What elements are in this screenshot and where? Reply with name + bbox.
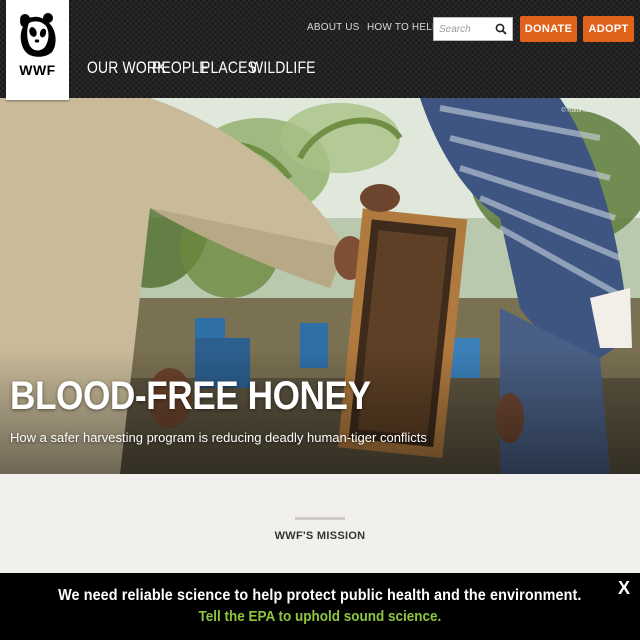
photo-credit: © Ratul Saha / WWF-India: [561, 108, 632, 114]
banner-link-text[interactable]: Tell the EPA to uphold sound science.: [199, 608, 442, 625]
banner-message: We need reliable science to help protect…: [0, 587, 640, 605]
mission-divider: [295, 517, 345, 520]
nav-places[interactable]: PLACES: [201, 58, 257, 78]
about-us-link[interactable]: ABOUT US: [307, 22, 360, 33]
how-to-help-link[interactable]: HOW TO HELP: [367, 22, 439, 33]
nav-wildlife[interactable]: WILDLIFE: [250, 58, 316, 78]
hero-subtitle[interactable]: How a safer harvesting program is reduci…: [10, 430, 427, 445]
hero-banner[interactable]: © Ratul Saha / WWF-India BLOOD-FREE HONE…: [0, 98, 640, 474]
wwf-logo[interactable]: WWF: [6, 0, 69, 100]
banner-message-text: We need reliable science to help protect…: [58, 587, 582, 604]
hero-title[interactable]: BLOOD-FREE HONEY: [10, 374, 371, 419]
banner-link[interactable]: Tell the EPA to uphold sound science.: [0, 608, 640, 625]
search-box: [433, 17, 513, 41]
advocacy-banner: We need reliable science to help protect…: [0, 573, 640, 640]
search-input[interactable]: [439, 19, 499, 39]
donate-button[interactable]: DONATE: [520, 16, 577, 42]
close-icon[interactable]: X: [614, 578, 634, 600]
search-icon[interactable]: [495, 23, 507, 35]
site-header: ABOUT US HOW TO HELP DONATE ADOPT OUR WO…: [0, 0, 640, 98]
adopt-button[interactable]: ADOPT: [583, 16, 634, 42]
panda-icon: [19, 13, 56, 57]
mission-heading: WWF'S MISSION: [274, 530, 366, 542]
logo-text: WWF: [19, 62, 56, 78]
